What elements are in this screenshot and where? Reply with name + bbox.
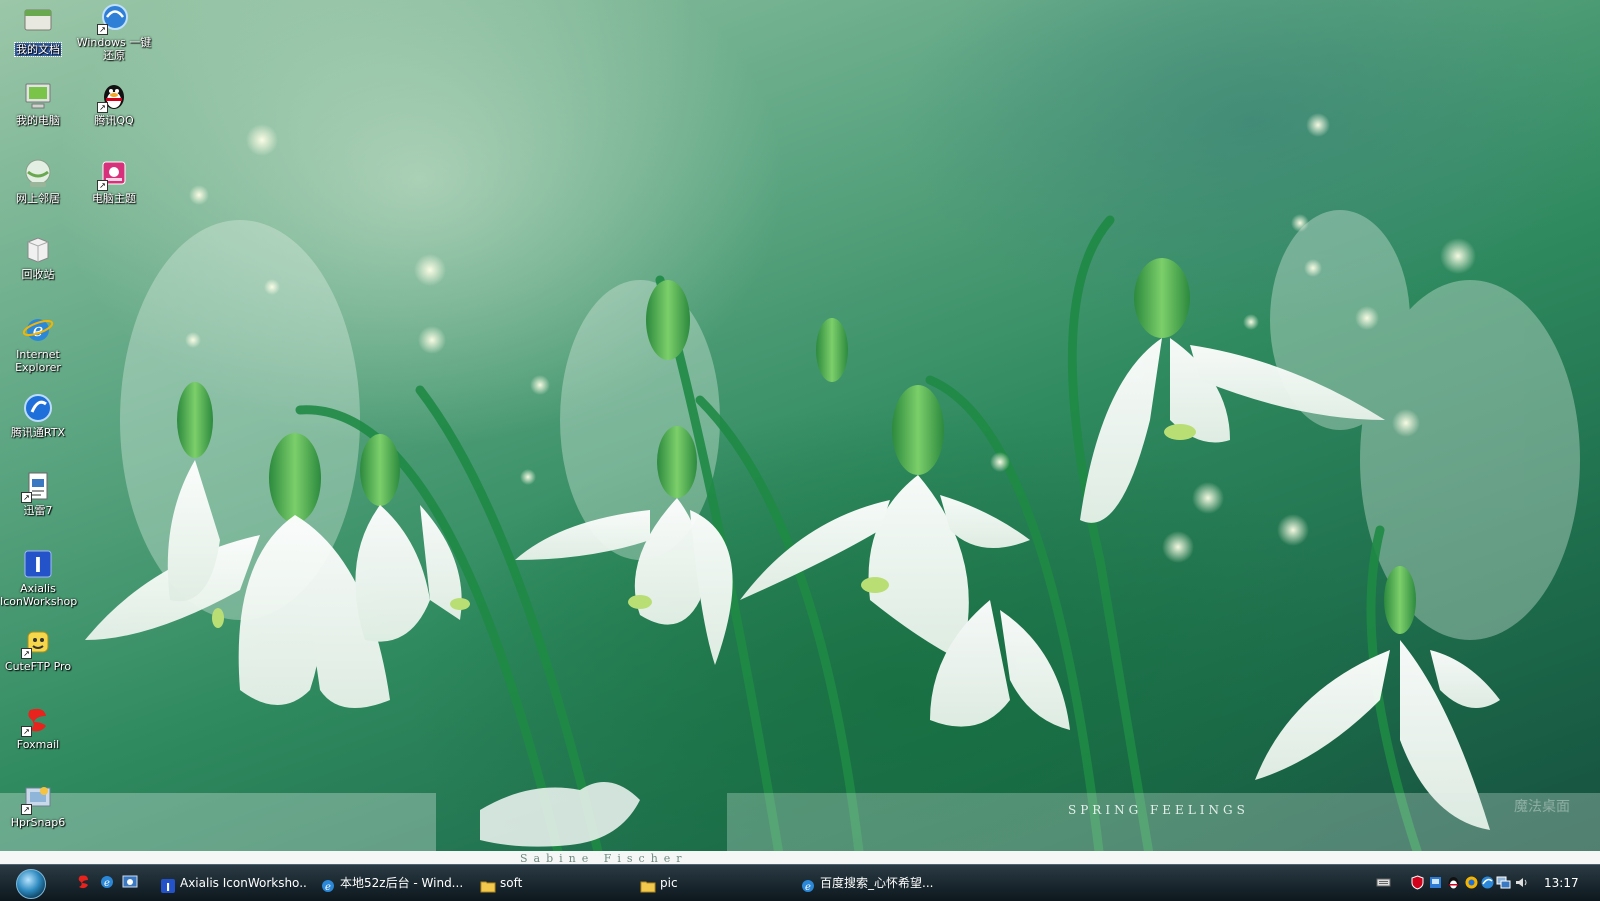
qq-penguin-icon: ↗ — [97, 80, 130, 113]
desktop-icon-axialis[interactable]: I Axialis IconWorkshop — [0, 548, 78, 608]
thunder-icon: ↗ — [21, 470, 54, 503]
keyboard-icon[interactable] — [1376, 875, 1391, 890]
taskbar-button-label: 本地52z后台 - Wind... — [340, 876, 464, 890]
desktop-icon-label: 电脑主题 — [92, 192, 136, 205]
volume-icon[interactable] — [1514, 875, 1529, 890]
taskbar-button-label: pic — [660, 876, 678, 890]
wallpaper-watermark: 魔法桌面 — [1514, 799, 1570, 815]
shortcut-arrow-icon: ↗ — [21, 804, 32, 815]
svg-text:I: I — [34, 553, 41, 577]
clock[interactable]: 13:17 — [1544, 865, 1579, 901]
wallpaper-signature: Sabine Fischer — [520, 852, 688, 864]
windows-restore-icon: ↗ — [97, 2, 130, 35]
taskbar: e I Axialis IconWorksho... e 本地52z后台 - Win… — [0, 864, 1600, 901]
taskbar-button-soft[interactable]: soft — [480, 869, 626, 897]
desktop-icon-internet-explorer[interactable]: e Internet Explorer — [0, 314, 76, 374]
desktop-icon-qq[interactable]: ↗ 腾讯QQ — [76, 80, 152, 127]
axialis-icon: I — [22, 548, 54, 580]
internet-explorer-icon: e — [320, 876, 336, 893]
desktop-icon-theme[interactable]: ↗ 电脑主题 — [76, 158, 152, 205]
desktop-icon-my-computer[interactable]: 我的电脑 — [0, 80, 76, 127]
desktop-icon-label: Axialis IconWorkshop — [0, 582, 78, 608]
desktop-icon-label: CuteFTP Pro — [4, 660, 72, 673]
folder-icon — [480, 876, 496, 892]
display-tray-icon[interactable] — [1496, 875, 1511, 890]
theme-icon: ↗ — [97, 158, 130, 191]
shortcut-arrow-icon: ↗ — [21, 648, 32, 659]
cuteftp-icon: ↗ — [21, 626, 54, 659]
desktop-icon-cuteftp[interactable]: ↗ CuteFTP Pro — [0, 626, 76, 673]
internet-explorer-icon: e — [22, 314, 54, 346]
desktop-icon-label: 我的文档 — [14, 42, 62, 57]
desktop-icon-label: Internet Explorer — [15, 348, 61, 374]
rtx-tray-icon[interactable] — [1464, 875, 1479, 890]
svg-text:e: e — [325, 882, 331, 893]
foxmail-icon: ↗ — [21, 704, 54, 737]
taskbar-button-label: Axialis IconWorksho... — [180, 876, 306, 890]
svg-text:e: e — [104, 878, 110, 889]
desktop-icon-foxmail[interactable]: ↗ Foxmail — [0, 704, 76, 751]
quicklaunch-show-desktop-icon[interactable] — [122, 874, 138, 890]
shortcut-arrow-icon: ↗ — [97, 180, 108, 191]
desktop-icon-hprsnap[interactable]: ↗ HprSnap6 — [0, 782, 76, 829]
quicklaunch-foxmail-icon[interactable] — [76, 874, 92, 890]
desktop-icon-label: 腾讯QQ — [94, 114, 134, 127]
axialis-icon: I — [160, 876, 176, 894]
svg-text:I: I — [166, 881, 170, 894]
desktop-icon-thunder[interactable]: ↗ 迅雷7 — [0, 470, 76, 517]
desktop-icon-label: 我的电脑 — [16, 114, 60, 127]
shortcut-arrow-icon: ↗ — [97, 24, 108, 35]
recycle-bin-icon — [22, 234, 54, 266]
quicklaunch-internet-explorer-icon[interactable]: e — [99, 874, 115, 890]
hprsnap-icon: ↗ — [21, 782, 54, 815]
shortcut-arrow-icon: ↗ — [97, 102, 108, 113]
desktop-icon-recycle-bin[interactable]: 回收站 — [0, 234, 76, 281]
wallpaper-caption: SPRING FEELINGS — [1068, 803, 1249, 817]
wallpaper-white-strip — [0, 851, 1600, 864]
desktop-icon-windows-restore[interactable]: ↗ Windows 一键 还原 — [76, 2, 152, 62]
svg-text:e: e — [805, 882, 811, 893]
taskbar-button-label: 百度搜索_心怀希望... — [820, 876, 934, 890]
desktop-icon-label: Windows 一键 还原 — [76, 36, 152, 62]
ie-tray-icon[interactable] — [1480, 875, 1495, 890]
rtx-icon — [22, 392, 54, 424]
taskbar-button-axialis[interactable]: I Axialis IconWorksho... — [160, 869, 306, 897]
computer-icon — [22, 80, 54, 112]
wallpaper-band-right — [727, 793, 1600, 851]
desktop-icon-label: 回收站 — [21, 268, 55, 281]
shortcut-arrow-icon: ↗ — [21, 726, 32, 737]
desktop-icon-label: Foxmail — [16, 738, 60, 751]
desktop-icon-my-documents[interactable]: 我的文档 — [0, 4, 76, 57]
folder-icon — [640, 876, 656, 892]
desktop-icon-label: 腾讯通RTX — [10, 426, 66, 439]
taskbar-button-ie-52z[interactable]: e 本地52z后台 - Wind... — [320, 869, 466, 897]
desktop-icon-rtx[interactable]: 腾讯通RTX — [0, 392, 76, 439]
desktop-icon-label: 网上邻居 — [16, 192, 60, 205]
network-status-icon[interactable] — [1428, 875, 1443, 890]
desktop-icon-label: 迅雷7 — [23, 504, 53, 517]
qq-tray-icon[interactable] — [1446, 875, 1461, 890]
taskbar-button-baidu[interactable]: e 百度搜索_心怀希望... — [800, 869, 946, 897]
security-shield-icon[interactable] — [1410, 875, 1425, 890]
wallpaper-art — [85, 113, 1580, 864]
shortcut-arrow-icon: ↗ — [21, 492, 32, 503]
taskbar-button-label: soft — [500, 876, 523, 890]
desktop-wallpaper: SPRING FEELINGS 魔法桌面 Sabine Fischer — [0, 0, 1600, 864]
taskbar-button-pic[interactable]: pic — [640, 869, 786, 897]
network-globe-icon — [22, 158, 54, 190]
internet-explorer-icon: e — [800, 876, 816, 893]
start-button[interactable] — [16, 869, 46, 899]
folder-documents-icon — [22, 4, 54, 36]
desktop-icon-network[interactable]: 网上邻居 — [0, 158, 76, 205]
desktop-icon-label: HprSnap6 — [10, 816, 66, 829]
